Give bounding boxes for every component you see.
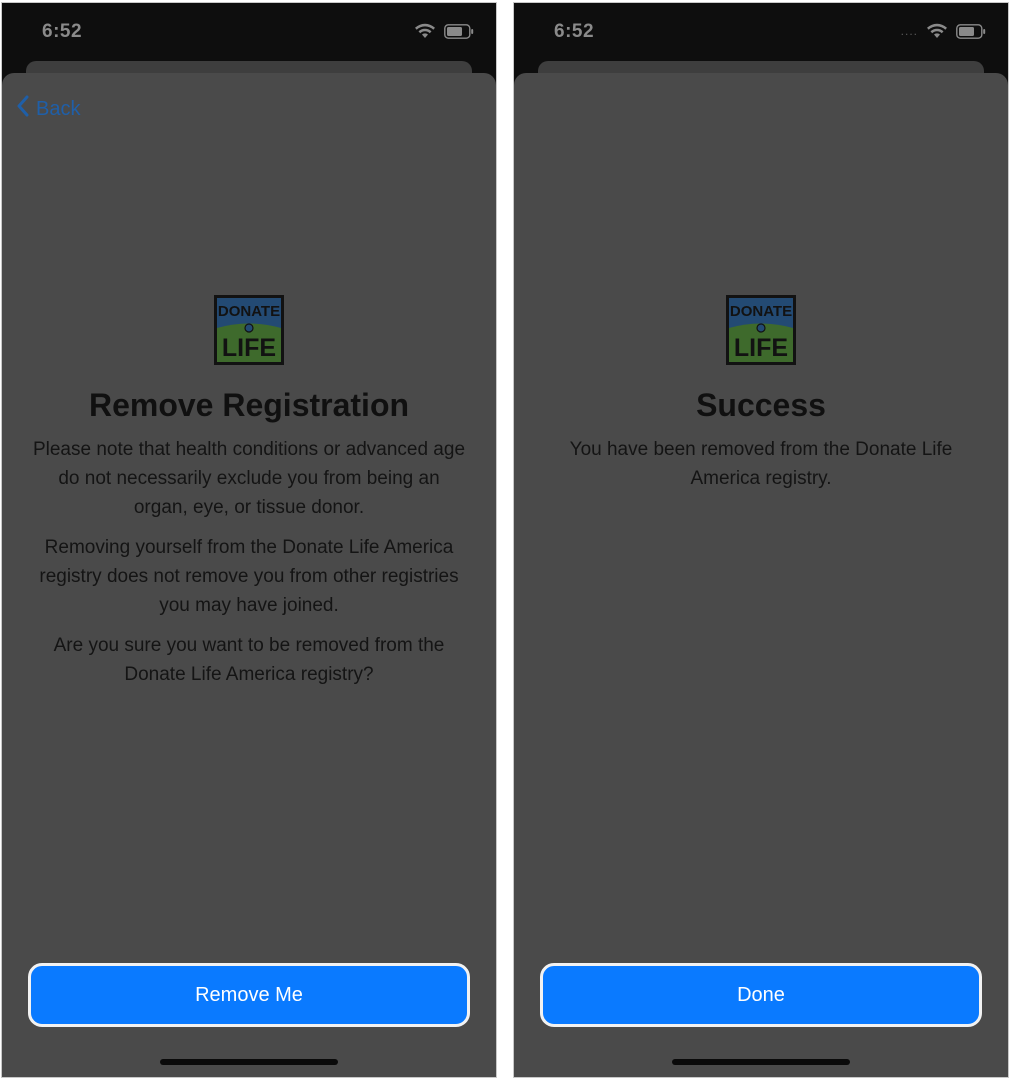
modal-sheet: Back DONATE LIFE Remove Registration Ple… — [2, 73, 496, 1077]
logo-text-life: LIFE — [734, 334, 788, 362]
paragraph-success-message: You have been removed from the Donate Li… — [569, 439, 953, 489]
signal-dots-icon: .... — [900, 24, 918, 38]
paragraph-other-registries: Removing yourself from the Donate Life A… — [39, 537, 459, 616]
back-button[interactable]: Back — [16, 95, 80, 123]
wifi-icon — [414, 23, 436, 39]
logo-text-donate: DONATE — [218, 303, 280, 320]
status-time: 6:52 — [554, 21, 595, 42]
paragraph-confirmation: Are you sure you want to be removed from… — [53, 635, 445, 685]
status-time: 6:52 — [42, 21, 83, 42]
chevron-left-icon — [16, 95, 30, 123]
home-indicator — [672, 1059, 850, 1065]
page-title: Remove Registration — [88, 387, 410, 423]
phone-screen-success: 6:52 .... DONATE LIFE Success You have b… — [513, 2, 1009, 1078]
done-button[interactable]: Done — [540, 963, 982, 1027]
wifi-icon — [926, 23, 948, 39]
modal-sheet: DONATE LIFE Success You have been remove… — [514, 73, 1008, 1077]
battery-icon — [444, 23, 474, 39]
status-icons: .... — [901, 23, 986, 39]
phone-screen-remove-registration: 6:52 Back DONATE LIFE Remove Registratio… — [1, 2, 497, 1078]
logo-text-donate: DONATE — [730, 303, 792, 320]
paragraph-health-note: Please note that health conditions or ad… — [32, 439, 466, 518]
remove-me-button[interactable]: Remove Me — [28, 963, 470, 1027]
donate-life-logo: DONATE LIFE — [726, 295, 796, 365]
battery-icon — [956, 23, 986, 39]
donate-life-logo: DONATE LIFE — [214, 295, 284, 365]
back-label: Back — [36, 97, 81, 120]
logo-text-life: LIFE — [222, 334, 276, 362]
page-title: Success — [696, 387, 826, 423]
status-icons — [414, 23, 474, 39]
home-indicator — [160, 1059, 338, 1065]
